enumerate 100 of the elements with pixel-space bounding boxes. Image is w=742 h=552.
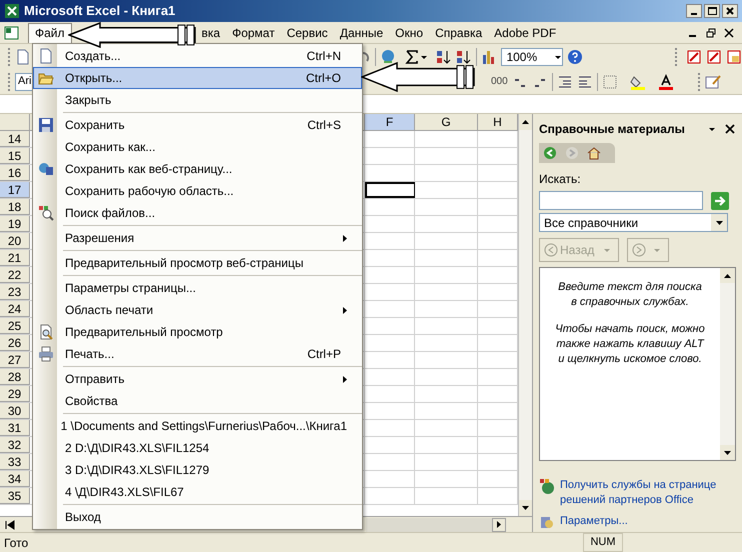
row-header[interactable]: 31 (0, 420, 30, 436)
submenu-arrow-icon (343, 306, 347, 314)
search-label: Искать: (539, 171, 582, 188)
pdf-icon[interactable] (686, 48, 702, 64)
row-header[interactable]: 24 (0, 301, 30, 317)
scroll-down-icon[interactable] (522, 506, 529, 510)
column-header[interactable]: G (415, 114, 478, 130)
options-icon[interactable] (539, 514, 555, 530)
sum-icon[interactable] (404, 48, 420, 64)
menu-entry[interactable]: 2 D:\Д\DIR43.XLS\FIL1254 (33, 437, 362, 459)
menu-entry[interactable]: Свойства (33, 390, 362, 412)
row-header[interactable]: 29 (0, 386, 30, 402)
vertical-scrollbar[interactable] (518, 114, 532, 516)
globe-link-icon[interactable] (380, 48, 396, 64)
home-icon[interactable] (587, 146, 601, 160)
search-field[interactable] (539, 191, 703, 210)
document-icon[interactable] (38, 48, 54, 64)
maximize-button[interactable] (704, 4, 720, 18)
row-header[interactable]: 23 (0, 284, 30, 300)
minimize-button[interactable] (686, 4, 702, 18)
globe-icon[interactable] (539, 478, 555, 494)
print-preview-icon[interactable] (38, 324, 54, 340)
row-header[interactable]: 35 (0, 488, 30, 504)
sort-ascending-icon[interactable] (436, 48, 452, 64)
indent-icon[interactable] (556, 74, 573, 90)
scroll-up-icon[interactable] (724, 274, 731, 278)
source-select[interactable]: Все справочники (539, 213, 728, 232)
row-header[interactable]: 15 (0, 148, 30, 164)
menu-item[interactable]: Окно (389, 22, 430, 42)
menu-entry[interactable]: Создать... Ctrl+N (33, 45, 362, 67)
row-header[interactable]: 21 (0, 250, 30, 266)
menu-entry[interactable]: Сохранить рабочую область... (33, 180, 362, 202)
row-header[interactable]: 22 (0, 267, 30, 283)
link[interactable]: Параметры... (560, 514, 735, 529)
row-header[interactable]: 18 (0, 199, 30, 215)
fill-color-icon[interactable] (630, 74, 646, 90)
menu-entry[interactable]: Область печати (33, 299, 362, 321)
menu-item[interactable]: вка (196, 22, 226, 42)
close-button[interactable] (722, 4, 738, 18)
floppy-icon[interactable] (38, 117, 54, 133)
sort-descending-icon[interactable] (456, 48, 472, 64)
printer-icon[interactable] (38, 346, 54, 362)
format-icon[interactable] (704, 74, 721, 90)
dropdown-icon[interactable] (716, 220, 722, 224)
workbook-icon[interactable] (4, 24, 20, 40)
row-header[interactable]: 33 (0, 454, 30, 470)
scroll-down-icon[interactable] (724, 450, 731, 454)
menu-item[interactable]: Формат (226, 22, 281, 42)
file-search-icon[interactable] (38, 205, 54, 221)
column-header[interactable]: F (365, 114, 415, 130)
spreadsheet-icon[interactable] (4, 3, 20, 19)
borders-icon[interactable] (602, 74, 618, 90)
globe-document-icon[interactable] (38, 161, 54, 177)
row-header[interactable]: 27 (0, 352, 30, 368)
menu-entry[interactable]: 4 \Д\DIR43.XLS\FIL67 (33, 481, 362, 503)
zoom-select[interactable]: 100% (501, 48, 563, 66)
indent-icon[interactable] (576, 74, 593, 90)
font-color-icon[interactable] (658, 74, 674, 90)
menu-item[interactable]: Справка (429, 22, 488, 42)
row-header[interactable]: 34 (0, 471, 30, 487)
menu-entry[interactable]: Поиск файлов... (33, 202, 362, 224)
row-header[interactable]: 20 (0, 233, 30, 249)
back-icon[interactable] (543, 146, 557, 160)
close-icon[interactable] (724, 123, 736, 135)
menu-item[interactable]: Adobe PDF (488, 22, 562, 42)
menu-entry[interactable]: Открыть... Ctrl+O (33, 67, 362, 89)
link[interactable]: Получить службы на странице решений партнеров Office (560, 478, 735, 508)
menu-entry[interactable]: 3 D:\Д\DIR43.XLS\FIL1279 (33, 459, 362, 481)
thousands-separator-text[interactable]: 000 (491, 74, 508, 89)
results-scrollbar[interactable] (720, 268, 735, 460)
pdf-icon[interactable] (726, 48, 742, 64)
menu-entry[interactable]: Закрыть (33, 89, 362, 111)
horizontal-scrollbar[interactable] (366, 518, 506, 532)
menu-entry[interactable]: Предварительный просмотр (33, 321, 362, 343)
row-header[interactable]: 19 (0, 216, 30, 232)
menu-entry[interactable]: Печать... Ctrl+P (33, 343, 362, 365)
hint-text: Введите текст для поиска в справочных службах. (557, 280, 703, 310)
row-header[interactable]: 14 (0, 131, 30, 147)
row-header[interactable]: 28 (0, 369, 30, 385)
scroll-up-icon[interactable] (522, 120, 529, 124)
row-header[interactable]: 16 (0, 165, 30, 181)
submenu-arrow-icon (343, 376, 347, 382)
document-icon[interactable] (14, 48, 31, 64)
menu-entry[interactable]: Сохранить как... (33, 136, 362, 158)
row-header[interactable]: 25 (0, 318, 30, 334)
row-header[interactable]: 30 (0, 403, 30, 419)
row-header[interactable]: 26 (0, 335, 30, 351)
restore-icon[interactable] (706, 28, 716, 38)
menu-item[interactable]: Файл (28, 22, 72, 42)
pane-title: Справочные материалы (539, 121, 685, 138)
menu-item[interactable]: Данные (334, 22, 390, 42)
row-header[interactable]: 17 (0, 182, 30, 198)
row-header[interactable]: 32 (0, 437, 30, 453)
menu-item[interactable]: Сервис (280, 22, 334, 42)
help-icon[interactable] (566, 48, 583, 64)
menu-entry[interactable]: Сохранить как веб-страницу... (33, 158, 362, 180)
close-icon[interactable] (724, 28, 734, 38)
pdf-icon[interactable] (706, 48, 722, 64)
scroll-right-icon[interactable] (497, 521, 501, 528)
first-sheet-icon[interactable] (4, 518, 16, 530)
